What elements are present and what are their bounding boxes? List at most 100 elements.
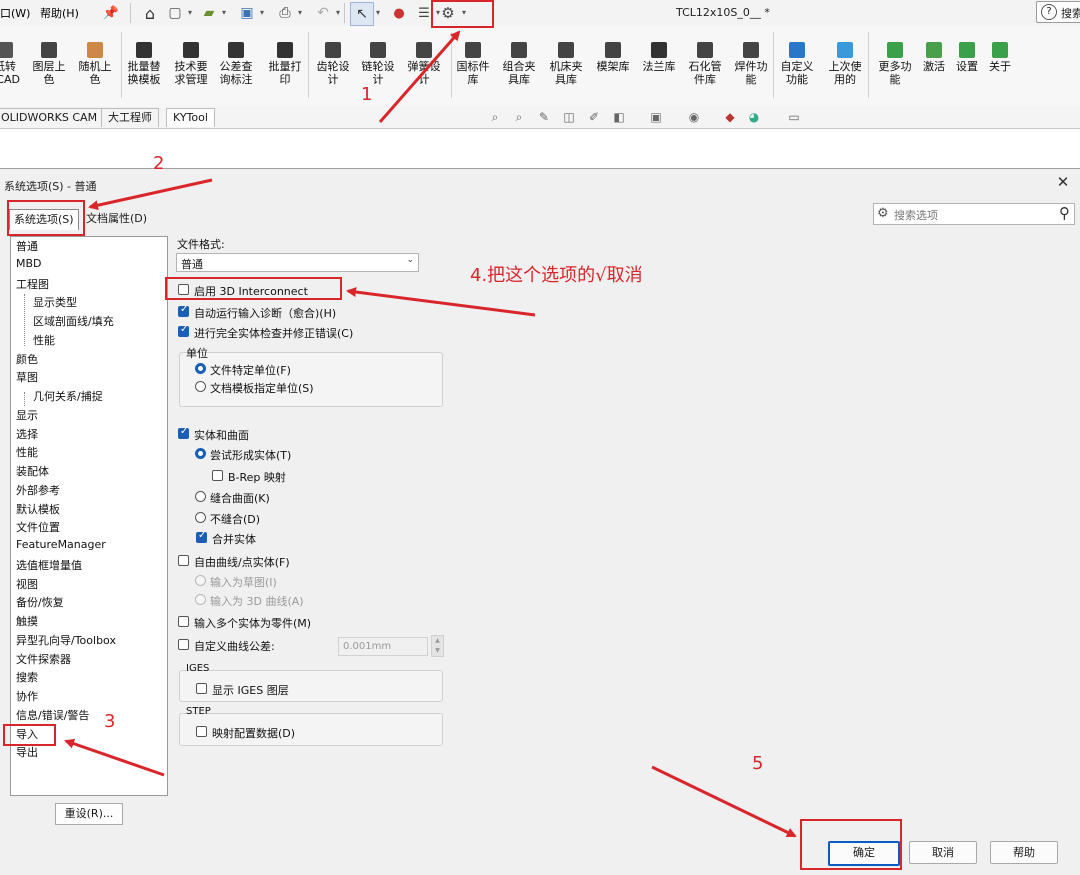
multi-body-checkbox[interactable] (178, 616, 189, 627)
menu-window[interactable]: 口(W) (0, 5, 30, 21)
as-sketch-radio[interactable] (195, 575, 206, 586)
tree-item[interactable]: 文件位置 (16, 519, 60, 535)
no-knit-radio[interactable] (195, 512, 206, 523)
tree-item[interactable]: 装配体 (16, 463, 49, 479)
tree-item[interactable]: 显示类型 (33, 294, 77, 310)
undo-icon[interactable]: ↶ (312, 2, 334, 24)
brep-checkbox[interactable] (212, 470, 223, 481)
tree-item[interactable]: 颜色 (16, 351, 38, 367)
ribbon-button[interactable]: 法兰库 (636, 42, 682, 73)
select-cursor-icon[interactable]: ↖ (350, 2, 374, 26)
chevron-down-icon[interactable]: ▾ (376, 8, 380, 17)
appearance-icon[interactable]: ◆ (722, 110, 738, 124)
tree-item[interactable]: 默认模板 (16, 501, 60, 517)
save-icon[interactable]: ▣ (236, 2, 258, 24)
tree-item[interactable]: MBD (16, 257, 42, 270)
tolerance-input[interactable]: 0.001mm (338, 637, 428, 656)
tree-item[interactable]: 性能 (16, 444, 38, 460)
dynamic-annotation-icon[interactable]: ✐ (586, 110, 602, 124)
iges-layers-checkbox[interactable] (196, 683, 207, 694)
scene-icon[interactable]: ◕ (746, 110, 762, 124)
tree-item[interactable]: 区域剖面线/填充 (33, 313, 114, 329)
ribbon-button[interactable]: 弹簧设 计 (401, 42, 447, 86)
merge-checkbox[interactable] (196, 530, 207, 543)
ribbon-button[interactable]: 随机上 色 (72, 42, 118, 86)
tab-kytool[interactable]: KYTool (166, 108, 215, 127)
ribbon-button[interactable]: 模架库 (590, 42, 636, 73)
pin-icon[interactable]: 📌 (100, 2, 122, 24)
knit-radio[interactable] (195, 491, 206, 502)
tab-document-properties[interactable]: 文档属性(D) (82, 209, 151, 229)
previous-view-icon[interactable]: ✎ (536, 110, 552, 124)
chevron-down-icon[interactable]: ▾ (188, 8, 192, 17)
ribbon-button[interactable]: 组合夹 具库 (496, 42, 542, 86)
unit-file-radio[interactable] (195, 363, 206, 374)
view-settings-icon[interactable]: ▭ (786, 110, 802, 124)
open-folder-icon[interactable]: ▰ (198, 2, 220, 24)
tree-item[interactable]: 性能 (33, 332, 55, 348)
search-icon[interactable]: ⚲ (1059, 204, 1070, 222)
tree-item[interactable]: 备份/恢复 (16, 594, 64, 610)
try-solid-radio[interactable] (195, 448, 206, 459)
tree-item[interactable]: 触摸 (16, 613, 38, 629)
unit-template-radio[interactable] (195, 381, 206, 392)
ribbon-button[interactable]: 关于 (977, 42, 1023, 73)
ribbon-button[interactable]: 纸转 FCAD (0, 42, 28, 86)
close-icon[interactable]: ✕ (1056, 175, 1070, 190)
tree-item[interactable]: 搜索 (16, 669, 38, 685)
view-orientation-icon[interactable]: ◧ (611, 110, 627, 124)
free-curves-checkbox[interactable] (178, 555, 189, 566)
tree-item[interactable]: 文件探索器 (16, 651, 71, 667)
tab-engineer[interactable]: 大工程师 (101, 108, 159, 127)
tolerance-spinner[interactable]: ▲ ▼ (431, 635, 444, 657)
home-icon[interactable]: ⌂ (139, 2, 161, 24)
chevron-down-icon[interactable]: ▾ (222, 8, 226, 17)
menu-help[interactable]: 帮助(H) (40, 5, 79, 21)
ribbon-button[interactable]: 自定义 功能 (774, 42, 820, 86)
ribbon-button[interactable]: 技术要 求管理 (168, 42, 214, 86)
tree-item[interactable]: 选择 (16, 426, 38, 442)
zoom-area-icon[interactable]: ⌕ (511, 110, 527, 124)
tree-item[interactable]: 工程图 (16, 276, 49, 292)
auto-diagnose-checkbox[interactable] (178, 304, 189, 317)
step-map-checkbox[interactable] (196, 726, 207, 737)
chevron-down-icon[interactable]: ▾ (260, 8, 264, 17)
ribbon-button[interactable]: 上次使 用的 (822, 42, 868, 86)
custom-tolerance-checkbox[interactable] (178, 639, 189, 650)
tree-item[interactable]: 异型孔向导/Toolbox (16, 632, 116, 648)
ribbon-button[interactable]: 批量替 换模板 (121, 42, 167, 86)
ribbon-button[interactable]: 国标件 库 (450, 42, 496, 86)
tree-item[interactable]: 信息/错误/警告 (16, 707, 89, 723)
help-button[interactable]: 帮助 (990, 841, 1058, 864)
ribbon-button[interactable]: 石化管 件库 (682, 42, 728, 86)
ribbon-button[interactable]: 焊件功 能 (728, 42, 774, 86)
help-search[interactable]: ? 搜索 (1036, 1, 1080, 23)
traffic-light-icon[interactable]: ● (388, 2, 410, 24)
chevron-down-icon[interactable]: ▾ (336, 8, 340, 17)
tree-item[interactable]: 选值框增量值 (16, 557, 82, 573)
cancel-button[interactable]: 取消 (909, 841, 977, 864)
tree-item[interactable]: 协作 (16, 688, 38, 704)
print-icon[interactable]: ⎙ (274, 2, 296, 24)
ribbon-button[interactable]: 链轮设 计 (355, 42, 401, 86)
ribbon-button[interactable]: 齿轮设 计 (310, 42, 356, 86)
tree-item[interactable]: 显示 (16, 407, 38, 423)
ribbon-button[interactable]: 图层上 色 (26, 42, 72, 86)
solid-surface-checkbox[interactable] (178, 426, 189, 439)
hide-show-icon[interactable]: ◉ (686, 110, 702, 124)
tab-solidworks-cam[interactable]: OLIDWORKS CAM (0, 108, 105, 127)
file-format-select[interactable]: 普通 ⌄ (176, 253, 419, 272)
tree-item[interactable]: 导出 (16, 744, 38, 760)
tree-item[interactable]: 普通 (16, 238, 38, 254)
as-3d-curve-radio[interactable] (195, 594, 206, 605)
reset-button[interactable]: 重设(R)... (55, 803, 123, 825)
tree-item[interactable]: 外部参考 (16, 482, 60, 498)
ribbon-button[interactable]: 批量打 印 (262, 42, 308, 86)
tree-item[interactable]: FeatureManager (16, 538, 106, 551)
new-file-icon[interactable]: ▢ (164, 2, 186, 24)
ribbon-button[interactable]: 机床夹 具库 (543, 42, 589, 86)
section-view-icon[interactable]: ◫ (561, 110, 577, 124)
tree-item[interactable]: 草图 (16, 369, 38, 385)
display-style-icon[interactable]: ▣ (648, 110, 664, 124)
chevron-down-icon[interactable]: ▾ (298, 8, 302, 17)
